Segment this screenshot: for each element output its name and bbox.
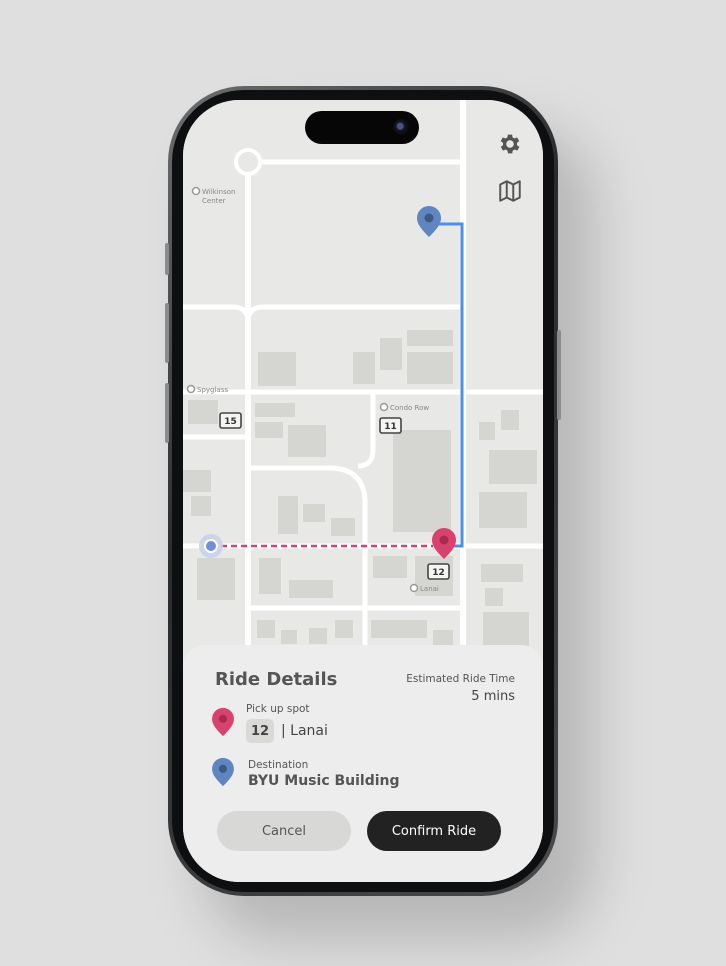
confirm-ride-button[interactable]: Confirm Ride [367, 811, 501, 851]
ride-details-title: Ride Details [215, 669, 338, 690]
start-circle [234, 148, 262, 176]
svg-text:Lanai: Lanai [420, 585, 439, 593]
pickup-label: Pick up spot [246, 703, 310, 715]
dynamic-island [305, 111, 419, 144]
power-button [557, 330, 561, 420]
camera-icon [393, 119, 409, 135]
destination-pin-icon [212, 757, 234, 787]
phone-screen: Wilkinson Center Spyglass Condo Row Lana… [183, 100, 543, 882]
svg-text:Condo Row: Condo Row [390, 404, 429, 412]
volume-down-button [165, 383, 169, 443]
pickup-pin-icon [212, 707, 234, 737]
svg-text:Center: Center [202, 197, 226, 205]
gear-icon[interactable] [496, 130, 524, 158]
current-location-dot [204, 539, 218, 553]
eta-value: 5 mins [471, 689, 515, 704]
volume-up-button [165, 303, 169, 363]
cancel-button[interactable]: Cancel [217, 811, 351, 851]
destination-name: BYU Music Building [248, 773, 400, 789]
pickup-stop-badge: 12 [246, 719, 274, 743]
svg-text:Wilkinson: Wilkinson [202, 188, 235, 196]
stop-11-label: 11 [384, 422, 397, 432]
stop-15-label: 15 [224, 417, 237, 427]
svg-text:Spyglass: Spyglass [197, 386, 228, 394]
stop-12-label: 12 [432, 568, 445, 578]
eta-label: Estimated Ride Time [406, 673, 515, 685]
destination-label: Destination [248, 759, 309, 771]
action-button [165, 243, 169, 275]
pickup-name: | Lanai [281, 723, 328, 739]
map-icon[interactable] [496, 177, 524, 205]
